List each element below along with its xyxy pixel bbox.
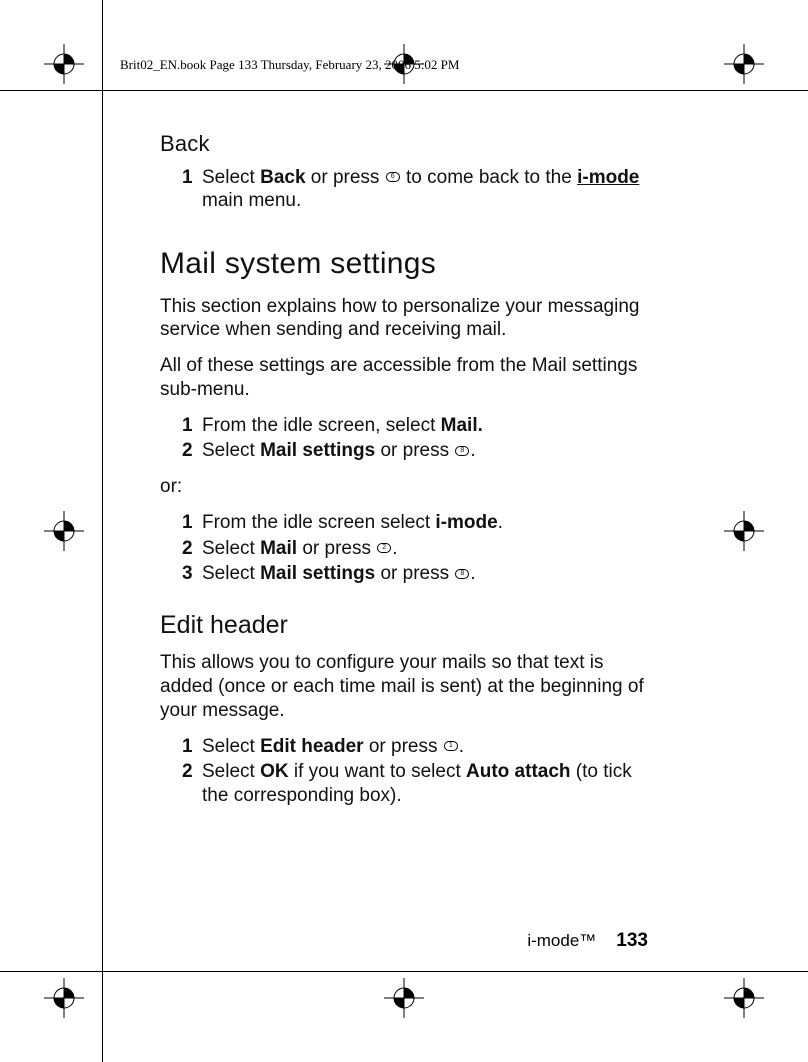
key-icon [386,172,400,182]
step-number: 1 [182,166,196,214]
section-heading-edit-header: Edit header [160,610,648,641]
crop-mark-icon [44,511,84,551]
page-number: 133 [616,930,648,952]
steps-mail-b: 1 From the idle screen select i-mode. 2 … [160,511,648,586]
list-item: 2 Select Mail or press . [182,537,648,561]
list-item: 1 From the idle screen, select Mail. [182,414,648,438]
list-item: 1 Select Edit header or press . [182,735,648,759]
paragraph: All of these settings are accessible fro… [160,354,648,402]
footer-section-label: i-mode™ [527,931,596,951]
step-text: Select Back or press to come back to the… [202,166,648,214]
step-text: Select OK if you want to select Auto att… [202,760,648,808]
step-text: Select Mail settings or press . [202,562,648,586]
step-text: From the idle screen, select Mail. [202,414,648,438]
crop-mark-icon [724,978,764,1018]
step-number: 1 [182,735,196,759]
paragraph: This section explains how to personalize… [160,295,648,343]
step-text: Select Edit header or press . [202,735,648,759]
running-header: Brit02_EN.book Page 133 Thursday, Februa… [120,57,459,73]
key-icon [444,741,458,751]
step-text: From the idle screen select i-mode. [202,511,648,535]
crop-mark-icon [724,511,764,551]
crop-mark-icon [384,978,424,1018]
page-footer: i-mode™ 133 [527,930,648,952]
step-number: 3 [182,562,196,586]
list-item: 1 Select Back or press to come back to t… [182,166,648,214]
key-icon [455,446,469,456]
frame-line [0,90,808,91]
crop-mark-icon [44,44,84,84]
section-heading-back: Back [160,130,648,158]
crop-mark-icon [44,978,84,1018]
frame-line [0,971,808,972]
steps-edit-header: 1 Select Edit header or press . 2 Select… [160,735,648,808]
step-number: 1 [182,511,196,535]
list-item: 3 Select Mail settings or press . [182,562,648,586]
list-item: 1 From the idle screen select i-mode. [182,511,648,535]
step-number: 1 [182,414,196,438]
or-label: or: [160,475,648,499]
list-item: 2 Select Mail settings or press . [182,439,648,463]
page-content: Back 1 Select Back or press to come back… [160,130,648,820]
frame-line [102,0,103,1062]
step-text: Select Mail or press . [202,537,648,561]
list-item: 2 Select OK if you want to select Auto a… [182,760,648,808]
step-text: Select Mail settings or press . [202,439,648,463]
steps-mail-a: 1 From the idle screen, select Mail. 2 S… [160,414,648,464]
section-heading-mail-settings: Mail system settings [160,245,648,283]
crop-mark-icon [724,44,764,84]
key-icon [377,543,391,553]
paragraph: This allows you to configure your mails … [160,651,648,722]
step-number: 2 [182,760,196,808]
steps-back: 1 Select Back or press to come back to t… [160,166,648,214]
step-number: 2 [182,439,196,463]
key-icon [455,569,469,579]
step-number: 2 [182,537,196,561]
